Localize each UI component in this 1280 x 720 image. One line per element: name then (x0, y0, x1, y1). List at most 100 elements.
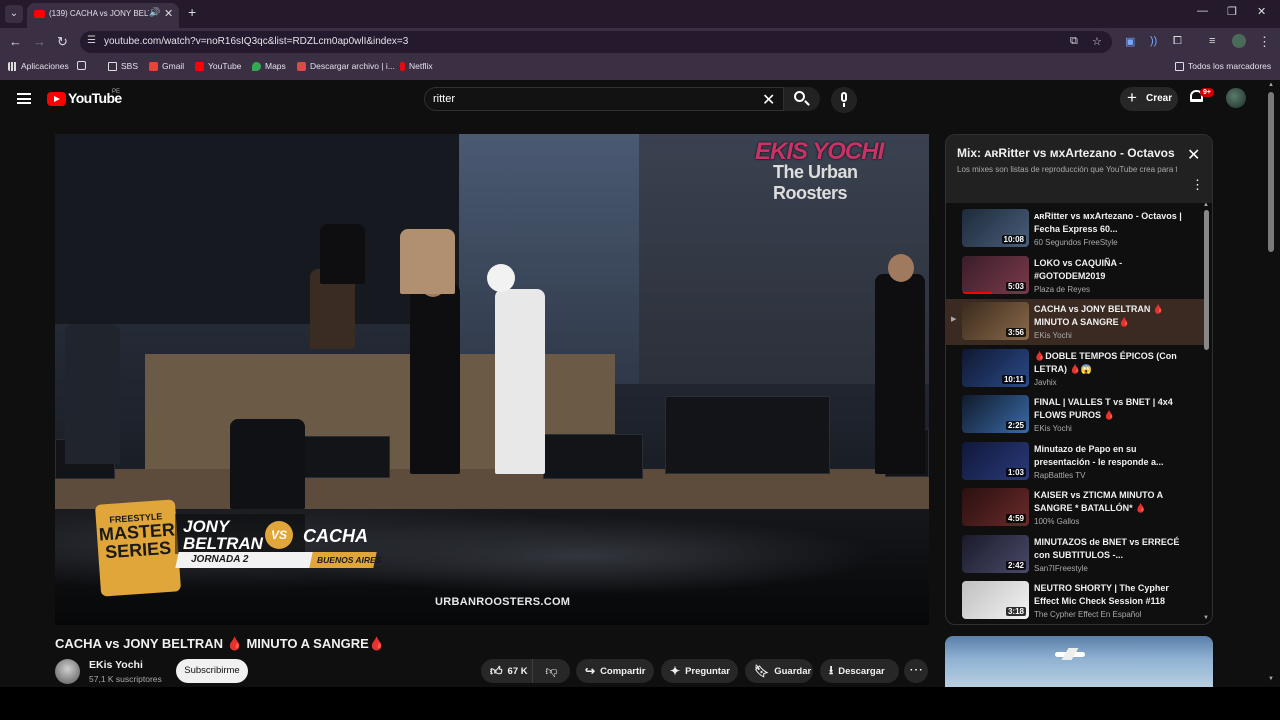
watch-progress-bar (962, 291, 993, 294)
more-vert-icon[interactable]: ⋮ (1191, 178, 1204, 191)
sparkle-icon: ✦ (670, 664, 681, 678)
subscribe-button[interactable]: Subscribirme (176, 659, 248, 683)
playlist-thumbnail[interactable]: 1:03 (962, 441, 1029, 480)
extensions-icon[interactable]: ⧠ (1173, 35, 1182, 48)
page-scrollbar[interactable] (1268, 92, 1274, 252)
microphone-icon (841, 92, 847, 102)
playlist-item[interactable]: 3:18 NEUTRO SHORTY | The Cypher Effect Mi… (946, 578, 1204, 624)
playlist-item[interactable]: 5:03 LOKO vs CAQUIÑA - #GOTODEM2019 Plaza … (946, 253, 1204, 299)
bookmark-youtube[interactable]: YouTube (195, 61, 241, 71)
playlist-subtitle: Los mixes son listas de reproducción que… (957, 165, 1177, 174)
performer-silhouette (495, 289, 545, 474)
playlist-item[interactable]: ▶ 3:56 CACHA vs JONY BELTRAN 🩸 MINUTO A SA… (946, 299, 1204, 345)
playlist-item[interactable]: 4:59 KAISER vs ZTICMA MINUTO A SANGRE * B… (946, 485, 1204, 531)
translate-extension-icon[interactable]: ▣ (1125, 35, 1135, 48)
stage-speaker (543, 434, 643, 479)
ask-button[interactable]: ✦ Preguntar (661, 659, 738, 683)
video-duration: 1:03 (1005, 467, 1026, 477)
bookmark-apps[interactable]: Aplicaciones (8, 61, 69, 71)
playlist-thumbnail[interactable]: 3:56 (962, 302, 1029, 340)
browser-menu-icon[interactable]: ⋮ (1258, 34, 1271, 50)
clear-search-icon[interactable]: ✕ (762, 90, 775, 110)
new-tab-icon[interactable]: + (188, 4, 196, 20)
reload-icon[interactable]: ↻ (57, 34, 68, 50)
related-video-thumbnail[interactable] (945, 636, 1213, 687)
close-window-icon[interactable]: ✕ (1257, 5, 1266, 18)
jornada-label: JORNADA 2 (191, 554, 249, 565)
bookmark-grid[interactable] (77, 61, 90, 70)
bookmark-maps[interactable]: Maps (252, 61, 286, 71)
video-duration: 10:11 (1001, 374, 1026, 384)
search-button[interactable] (784, 87, 820, 111)
dislike-button[interactable]: 👎︎ (532, 659, 570, 683)
url-text[interactable]: youtube.com/watch?v=noR16sIQ3qc&list=RDZ… (104, 36, 408, 47)
video-duration: 4:59 (1005, 514, 1026, 523)
menu-icon[interactable] (17, 93, 31, 104)
video-duration: 5:03 (1005, 281, 1026, 291)
tab-close-icon[interactable]: ✕ (164, 7, 173, 20)
account-avatar[interactable] (1226, 88, 1246, 108)
audio-extension-icon[interactable]: )) (1150, 35, 1157, 47)
channel-name[interactable]: EKis Yochi (89, 659, 143, 671)
minimize-icon[interactable]: — (1197, 5, 1208, 17)
share-button[interactable]: ↪ Compartir (576, 659, 654, 683)
site-info-icon[interactable]: ☰ (87, 35, 96, 46)
search-input[interactable] (433, 93, 753, 105)
video-player[interactable]: EKIS YOCHI The Urban Roosters FREESTYLE … (55, 134, 929, 625)
bookmark-sbs[interactable]: SBS (108, 61, 138, 71)
playlist-item[interactable]: 2:25 FINAL | VALLES T vs BNET | 4x4 FLOWS… (946, 392, 1204, 438)
vs-badge: VS (265, 521, 293, 549)
playlist-item[interactable]: 10:08 ᴀʀRitter vs ᴍxArtezano - Octavos | … (946, 206, 1204, 252)
save-bookmark-icon: 🔖︎ (754, 664, 770, 678)
playlist-thumbnail[interactable]: 2:42 (962, 534, 1029, 573)
playlist-item-channel: Javhix (1034, 377, 1057, 387)
create-button[interactable]: + Crear (1120, 87, 1178, 111)
bookmark-gmail[interactable]: Gmail (149, 61, 184, 71)
microphone-stem (843, 103, 845, 107)
playlist-thumbnail[interactable]: 10:11 (962, 348, 1029, 387)
search-box[interactable]: ✕ (424, 87, 784, 111)
profile-avatar[interactable] (1232, 34, 1246, 48)
playlist-thumbnail[interactable]: 2:25 (962, 395, 1029, 433)
voice-search-button[interactable] (831, 87, 857, 113)
playlist-thumbnail[interactable]: 5:03 (962, 255, 1029, 294)
youtube-logo-icon[interactable] (47, 92, 66, 106)
browser-tab-bar: ⌄ (139) CACHA vs JONY BELTRAN 🔊 ✕ + — ❐ … (0, 0, 1280, 28)
restore-icon[interactable]: ❐ (1227, 5, 1237, 18)
playlist-thumbnail[interactable]: 10:08 (962, 209, 1029, 247)
bookmark-star-icon[interactable]: ☆ (1092, 35, 1102, 48)
tab-audio-icon[interactable]: 🔊 (149, 7, 160, 18)
maps-icon (252, 61, 261, 71)
like-button[interactable]: 👍︎ 67 K (481, 659, 532, 683)
browser-tab[interactable]: (139) CACHA vs JONY BELTRAN 🔊 ✕ (27, 3, 179, 28)
page-scroll-down-icon[interactable]: ▼ (1268, 676, 1274, 682)
forward-icon[interactable]: → (33, 34, 46, 49)
tab-search-icon[interactable]: ⌄ (5, 5, 23, 23)
more-actions-button[interactable]: ⋯ (904, 659, 928, 683)
cast-icon[interactable]: ⧉ (1070, 35, 1078, 48)
bookmark-netflix[interactable]: Netflix (400, 61, 433, 71)
playlist-item[interactable]: 1:03 Minutazo de Papo en su presentación … (946, 439, 1204, 485)
page-scroll-up-icon[interactable]: ▲ (1268, 82, 1274, 88)
save-button[interactable]: 🔖︎ Guardar (745, 659, 813, 683)
media-control-icon[interactable]: ≡ (1209, 35, 1215, 47)
close-icon[interactable]: ✕ (1187, 145, 1200, 165)
scroll-up-arrow-icon[interactable]: ▲ (1203, 202, 1209, 208)
playlist-item-channel: 60 Segundos FreeStyle (1034, 238, 1118, 247)
bookmark-label: SBS (121, 61, 139, 71)
download-button[interactable]: ⭳ Descargar (820, 659, 899, 683)
playlist-title[interactable]: Mix: ᴀʀRitter vs ᴍxArtezano - Octavos | … (957, 146, 1177, 160)
channel-avatar[interactable] (55, 659, 80, 684)
back-icon[interactable]: ← (9, 34, 22, 49)
scroll-down-arrow-icon[interactable]: ▼ (1203, 615, 1209, 621)
city-label: BUENOS AIRES (317, 555, 382, 565)
playlist-item[interactable]: 2:42 MINUTAZOS de BNET vs ERRECÉ con SUBT… (946, 532, 1204, 578)
person-head (888, 254, 914, 282)
address-bar[interactable]: ☰ youtube.com/watch?v=noR16sIQ3qc&list=R… (80, 31, 1112, 53)
playlist-item[interactable]: 10:11 🩸DOBLE TEMPOS ÉPICOS (Con LETRA) 🩸😱… (946, 346, 1204, 392)
bookmark-download[interactable]: Descargar archivo | i... (297, 61, 395, 71)
all-bookmarks[interactable]: Todos los marcadores (1175, 61, 1271, 71)
playlist-thumbnail[interactable]: 4:59 (962, 488, 1029, 526)
playlist-thumbnail[interactable]: 3:18 (962, 581, 1029, 619)
playlist-scrollbar[interactable] (1204, 210, 1209, 350)
